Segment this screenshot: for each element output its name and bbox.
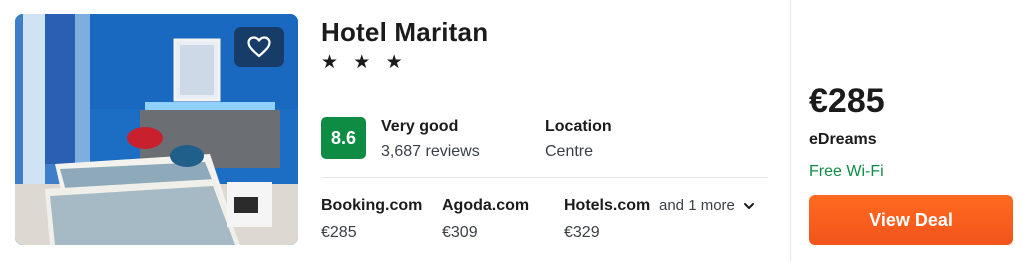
review-score-badge: 8.6	[321, 117, 366, 159]
hotel-name[interactable]: Hotel Maritan	[321, 17, 488, 48]
more-providers-toggle[interactable]: and 1 more	[659, 197, 755, 214]
view-deal-button[interactable]: View Deal	[809, 195, 1013, 245]
review-score-label: Very good	[381, 118, 459, 135]
provider-name[interactable]: Booking.com	[321, 197, 422, 215]
location-label: Location	[545, 118, 612, 135]
provider-price[interactable]: €285	[321, 224, 357, 242]
amenity-wifi: Free Wi-Fi	[809, 163, 884, 180]
provider-price[interactable]: €329	[564, 224, 600, 242]
chevron-down-icon	[743, 202, 754, 209]
divider	[321, 177, 768, 178]
provider-name[interactable]: Agoda.com	[442, 197, 529, 215]
best-deal-site: eDreams	[809, 131, 877, 148]
more-providers-label: and 1 more	[659, 197, 735, 214]
favorite-button[interactable]	[234, 27, 284, 67]
location-value: Centre	[545, 143, 594, 160]
provider-name[interactable]: Hotels.com	[564, 197, 650, 215]
review-count[interactable]: 3,687 reviews	[381, 143, 480, 161]
heart-icon	[247, 36, 271, 58]
column-divider	[790, 0, 791, 261]
provider-price[interactable]: €309	[442, 224, 478, 242]
best-price: €285	[809, 82, 885, 120]
hotel-result-card[interactable]: Hotel Maritan ★ ★ ★ 8.6 Very good 3,687 …	[0, 0, 1024, 261]
star-rating: ★ ★ ★	[321, 52, 408, 73]
